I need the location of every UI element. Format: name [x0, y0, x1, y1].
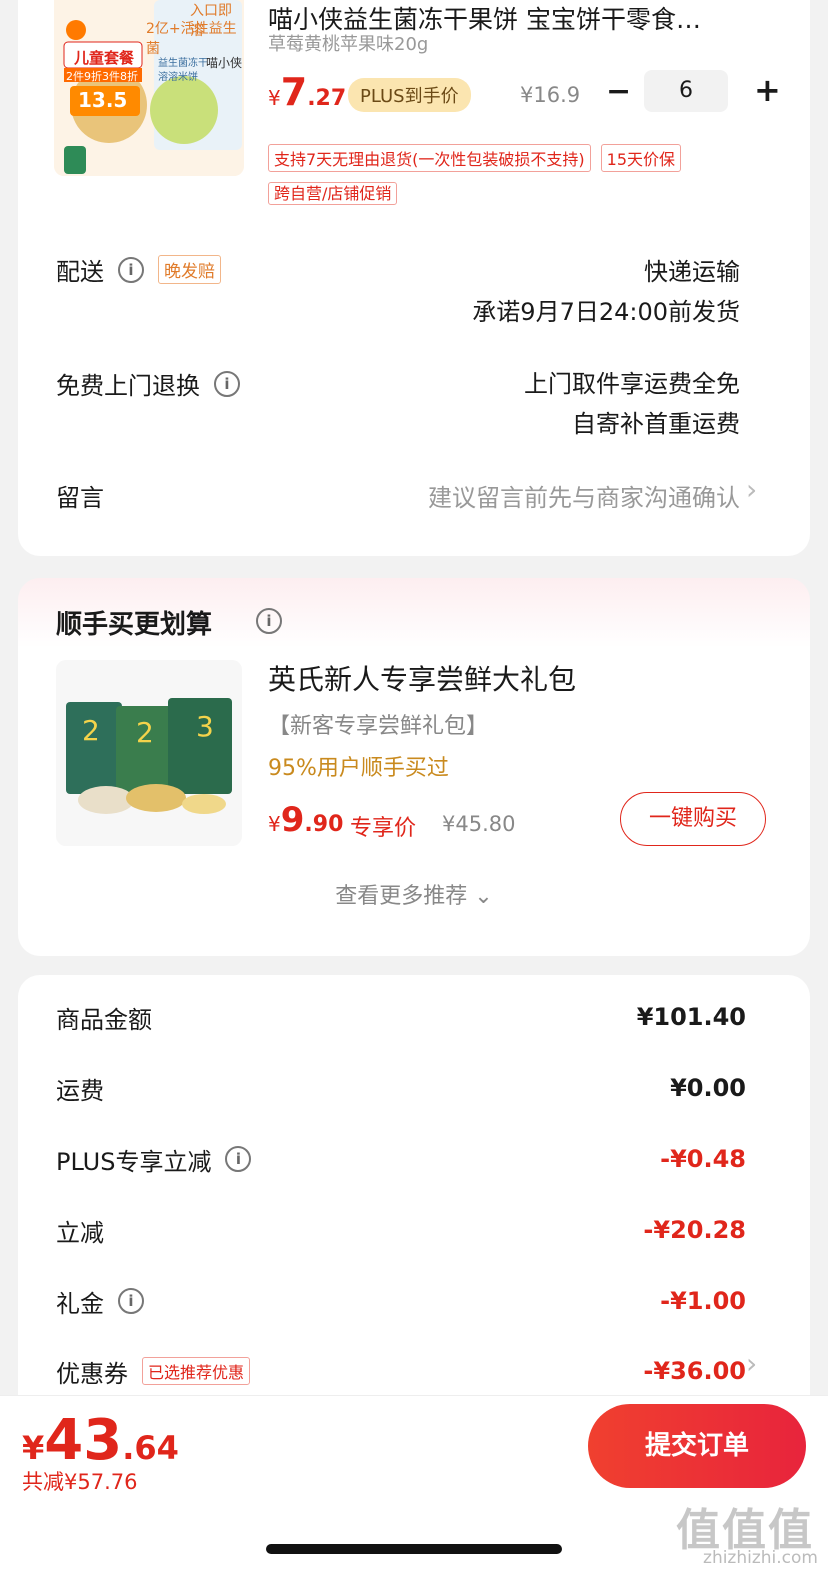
return-row[interactable]: 免费上门退换 i — [56, 366, 240, 401]
price-int: 7 — [280, 70, 308, 114]
summary-row-goods: 商品金额 ¥101.40 — [56, 997, 746, 1037]
product-image-text: 喵小侠 — [206, 56, 243, 70]
service-tag: 跨自营/店铺促销 — [268, 182, 398, 205]
message-input[interactable]: 建议留言前先与商家沟通确认 — [428, 478, 740, 513]
quantity-minus-button[interactable]: − — [606, 74, 631, 109]
total-price: ¥ 43 .64 — [22, 1408, 179, 1473]
info-icon[interactable]: i — [225, 1146, 252, 1172]
summary-row-shipping: 运费 ¥0.00 — [56, 1068, 746, 1108]
bottom-bar: ¥ 43 .64 共减¥57.76 提交订单 值值值 zhizhizhi.com — [0, 1395, 828, 1586]
home-indicator[interactable] — [266, 1544, 562, 1554]
summary-row-plus: PLUS专享立减 i -¥0.48 — [56, 1139, 746, 1179]
total-yen: ¥ — [22, 1429, 45, 1467]
product-card: 入口即溶 2亿+活性益生菌 儿童套餐 2件9折3件8折 13.5 益生菌冻干 溶… — [18, 0, 810, 556]
late-compensation-badge: 晚发赔 — [158, 255, 221, 284]
recommend-price: ¥ 9 .90 — [268, 800, 343, 840]
recommend-price-label: 专享价 — [350, 816, 417, 841]
delivery-method: 快递运输 — [644, 258, 740, 286]
product-image-text: 益生菌冻干 — [158, 58, 208, 69]
service-tag: 15天价保 — [600, 144, 682, 172]
summary-value: ¥101.40 — [636, 1003, 746, 1031]
recommend-item-title[interactable]: 英氏新人专享尝鲜大礼包 — [268, 658, 576, 698]
product-spec[interactable]: 草莓黄桃苹果味20g — [268, 30, 428, 56]
delivery-label: 配送 — [56, 258, 104, 286]
watermark-url: zhizhizhi.com — [703, 1548, 818, 1568]
info-icon[interactable]: i — [118, 1288, 144, 1314]
chevron-right-icon[interactable]: › — [746, 1347, 757, 1380]
product-image-text: 2亿+活性益生菌 — [146, 21, 237, 57]
total-dec: .64 — [122, 1429, 179, 1467]
return-line2: 自寄补首重运费 — [572, 410, 740, 438]
price-yen: ¥ — [268, 812, 281, 836]
price-int: 9 — [280, 800, 305, 840]
recommend-item-ratio: 95%用户顺手买过 — [268, 756, 449, 781]
svg-text:2: 2 — [136, 716, 154, 749]
product-price: ¥ 7 .27 — [268, 70, 346, 114]
product-image-text: 溶溶米饼 — [158, 72, 198, 83]
info-icon[interactable]: i — [214, 370, 240, 397]
product-old-price: ¥16.9 — [520, 83, 581, 107]
product-image[interactable]: 入口即溶 2亿+活性益生菌 儿童套餐 2件9折3件8折 13.5 益生菌冻干 溶… — [54, 0, 244, 176]
summary-value: -¥0.48 — [660, 1145, 746, 1173]
more-recommendations-link[interactable]: 查看更多推荐 ⌄ — [18, 878, 810, 910]
service-tags-row1: 支持7天无理由退货(一次性包装破损不支持) 15天价保 — [268, 144, 682, 172]
summary-row-coupon[interactable]: 优惠券 已选推荐优惠 -¥36.00 — [56, 1351, 746, 1391]
one-click-buy-button[interactable]: 一键购买 — [620, 792, 766, 846]
total-int: 43 — [44, 1408, 123, 1473]
recommend-item-subtitle: 【新客专享尝鲜礼包】 — [268, 714, 489, 739]
submit-order-button[interactable]: 提交订单 — [588, 1404, 806, 1488]
coupon-badge: 已选推荐优惠 — [142, 1357, 251, 1385]
quantity-plus-button[interactable]: + — [754, 71, 781, 109]
svg-text:3: 3 — [196, 710, 214, 743]
svg-text:2: 2 — [82, 714, 100, 747]
price-dec: .27 — [307, 86, 347, 111]
summary-row-discount: 立减 -¥20.28 — [56, 1210, 746, 1250]
info-icon[interactable]: i — [256, 608, 282, 634]
summary-label: 立减 — [56, 1218, 104, 1247]
delivery-row[interactable]: 配送 i 晚发赔 — [56, 252, 221, 287]
recommend-old-price: ¥45.80 — [442, 812, 516, 836]
recommend-title: 顺手买更划算 — [56, 610, 213, 640]
summary-row-gift: 礼金 i -¥1.00 — [56, 1281, 746, 1321]
summary-label: 运费 — [56, 1076, 104, 1105]
return-line1: 上门取件享运费全免 — [524, 370, 740, 398]
recommend-card: 顺手买更划算 i 2 2 3 英氏新人专享尝鲜大礼包 【新客专享尝鲜礼包】 95… — [18, 578, 810, 956]
plus-price-badge: PLUS到手价 — [348, 78, 471, 112]
summary-label: 优惠券 — [56, 1359, 128, 1388]
total-saved: 共减¥57.76 — [22, 1470, 138, 1494]
info-icon[interactable]: i — [118, 256, 144, 283]
delivery-promise: 承诺9月7日24:00前发货 — [472, 298, 740, 326]
summary-value: -¥36.00 — [643, 1357, 746, 1385]
quantity-input[interactable]: 6 — [644, 70, 728, 112]
summary-label: 商品金额 — [56, 1005, 152, 1034]
return-label: 免费上门退换 — [56, 372, 200, 400]
summary-value: ¥0.00 — [670, 1074, 746, 1102]
price-dec: .90 — [304, 812, 344, 837]
chevron-right-icon[interactable]: › — [746, 473, 757, 506]
service-tag: 支持7天无理由退货(一次性包装破损不支持) — [268, 144, 591, 172]
recommend-product-image[interactable]: 2 2 3 — [56, 660, 242, 846]
service-tags-row2: 跨自营/店铺促销 — [268, 180, 398, 205]
order-summary-card: 商品金额 ¥101.40 运费 ¥0.00 PLUS专享立减 i -¥0.48 … — [18, 975, 810, 1435]
summary-value: -¥1.00 — [660, 1287, 746, 1315]
product-image-text: 2件9折3件8折 — [66, 70, 138, 83]
summary-value: -¥20.28 — [643, 1216, 746, 1244]
summary-label: 礼金 — [56, 1289, 104, 1318]
product-image-text: 儿童套餐 — [74, 49, 135, 67]
price-yen: ¥ — [268, 86, 281, 110]
summary-label: PLUS专享立减 — [56, 1147, 212, 1176]
message-label: 留言 — [56, 484, 104, 512]
product-image-text: 13.5 — [78, 88, 128, 112]
